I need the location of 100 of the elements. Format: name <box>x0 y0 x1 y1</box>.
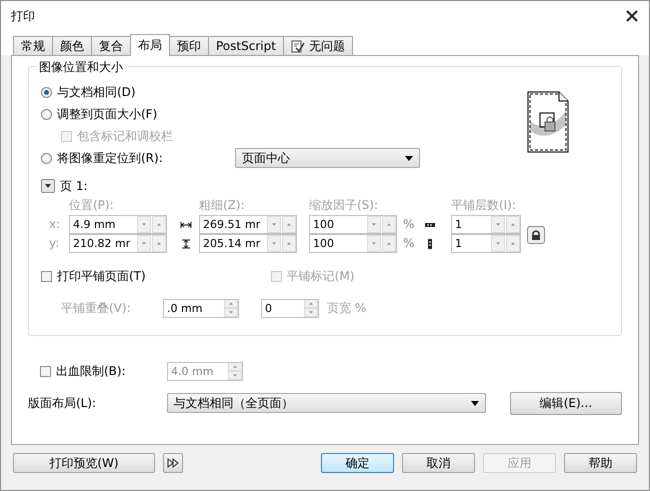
checkbox-label: 打印平铺页面(T) <box>57 268 146 284</box>
tab[interactable]: 无问题 <box>282 36 353 55</box>
down-arrow-icon <box>271 241 277 246</box>
down-arrow-icon <box>141 222 147 227</box>
spin-down-button[interactable] <box>267 235 281 252</box>
up-arrow-icon <box>156 222 162 227</box>
spin-down-button[interactable] <box>137 235 151 252</box>
page-label: 页 1: <box>60 178 88 194</box>
dialog-button[interactable]: 帮助 <box>564 453 637 473</box>
spin-up-button[interactable] <box>224 300 238 308</box>
radio-button[interactable] <box>41 152 52 164</box>
down-arrow-icon <box>232 372 238 378</box>
scale-field[interactable]: 100 <box>309 234 397 253</box>
dialog-button[interactable]: 取消 <box>402 453 475 473</box>
down-arrow-icon <box>271 222 277 227</box>
up-arrow-icon <box>308 300 314 306</box>
spin-down-button[interactable] <box>491 216 505 233</box>
scale-field[interactable]: 100 <box>309 215 397 234</box>
checkbox-label: 出血限制(B): <box>56 362 127 380</box>
axis-label: x: <box>49 216 62 233</box>
tab[interactable]: 布局 <box>130 34 170 56</box>
spin-up-button[interactable] <box>152 216 166 233</box>
tab[interactable]: 复合 <box>91 36 131 55</box>
group-title: 图像位置和大小 <box>37 59 125 76</box>
print-preview-button[interactable]: 打印预览(W) <box>13 453 155 473</box>
spin-up-button[interactable] <box>282 235 296 252</box>
spin-up-button[interactable] <box>506 235 520 252</box>
spin-up-button[interactable] <box>152 235 166 252</box>
size-field[interactable]: 269.51 mr <box>199 215 297 234</box>
radio-button[interactable] <box>41 108 52 120</box>
spin-down-button[interactable] <box>491 235 505 252</box>
spin-down-button[interactable] <box>267 216 281 233</box>
overlap-field[interactable]: .0 mm <box>163 298 239 318</box>
up-arrow-icon <box>510 241 516 246</box>
spin-down-button[interactable] <box>137 216 151 233</box>
caret-icon <box>45 184 51 188</box>
up-arrow-icon <box>386 241 392 246</box>
overlap-count-field[interactable]: 0 <box>261 298 319 318</box>
close-button[interactable] <box>625 9 639 23</box>
tile-count-field[interactable]: 1 <box>451 215 521 234</box>
dialog-button[interactable]: 确定 <box>321 453 394 473</box>
checkbox[interactable] <box>40 366 51 376</box>
down-arrow-icon <box>228 310 234 314</box>
radio-label: 调整到页面大小(F) <box>57 106 158 122</box>
checkbox[interactable] <box>41 270 52 282</box>
down-arrow-icon <box>308 310 314 314</box>
checklist-icon <box>290 40 305 52</box>
up-arrow-icon <box>156 241 162 246</box>
position-field[interactable]: 210.82 mr <box>69 234 167 253</box>
field-label: 位置(P): <box>69 197 115 214</box>
spin-up-button[interactable] <box>228 362 242 370</box>
spin-up-button[interactable] <box>382 216 396 233</box>
down-arrow-icon <box>495 241 501 246</box>
up-arrow-icon <box>386 222 392 227</box>
bleed-field[interactable]: 4.0 mm <box>167 362 243 380</box>
spin-up-button[interactable] <box>304 300 318 308</box>
up-arrow-icon <box>286 222 292 227</box>
spin-up-button[interactable] <box>382 235 396 252</box>
double-arrow-icon <box>167 458 179 468</box>
spin-up-button[interactable] <box>506 216 520 233</box>
spin-down-button[interactable] <box>367 235 381 252</box>
up-arrow-icon <box>510 222 516 227</box>
dropdown[interactable]: 与文档相同（全页面） <box>166 393 486 413</box>
tab[interactable]: 颜色 <box>52 36 92 55</box>
radio-button[interactable] <box>41 86 52 98</box>
checkbox-label: 包含标记和调校栏 <box>77 128 173 144</box>
unit-label: % <box>403 216 416 233</box>
tab[interactable]: 预印 <box>169 36 209 55</box>
radio-label: 将图像重定位到(R): <box>57 150 163 166</box>
field-label: 版面布局(L): <box>28 394 98 412</box>
expand-toggle[interactable] <box>41 179 55 193</box>
up-arrow-icon <box>228 300 234 306</box>
width-arrow-icon <box>180 220 192 230</box>
down-arrow-icon <box>495 222 501 227</box>
unit-label: 页宽 % <box>327 300 366 316</box>
tile-count-field[interactable]: 1 <box>451 234 521 253</box>
unit-label: % <box>403 235 416 252</box>
up-arrow-icon <box>232 364 238 368</box>
up-arrow-icon <box>286 241 292 246</box>
field-label: 平铺层数(I): <box>451 197 517 214</box>
tab[interactable]: PostScript <box>208 36 284 55</box>
position-field[interactable]: 4.9 mm <box>69 215 167 234</box>
axis-label: y: <box>49 235 60 252</box>
size-field[interactable]: 205.14 mr <box>199 234 297 253</box>
expand-button[interactable] <box>163 453 183 473</box>
field-label: 粗细(Z): <box>199 197 246 214</box>
field-label: 平铺重叠(V): <box>61 300 132 316</box>
edit-button[interactable]: 编辑(E)... <box>510 392 622 414</box>
spin-down-button[interactable] <box>367 216 381 233</box>
window-title: 打印 <box>11 8 35 24</box>
down-arrow-icon <box>141 241 147 246</box>
tab[interactable]: 常规 <box>13 36 53 55</box>
down-arrow-icon <box>371 241 377 246</box>
checkbox-label: 平铺标记(M) <box>286 268 354 284</box>
dropdown[interactable]: 页面中心 <box>234 148 420 168</box>
lock-icon <box>530 229 542 241</box>
caret-icon <box>404 156 413 160</box>
lock-button[interactable] <box>527 226 545 244</box>
spin-up-button[interactable] <box>282 216 296 233</box>
page-preview-icon <box>527 91 569 153</box>
